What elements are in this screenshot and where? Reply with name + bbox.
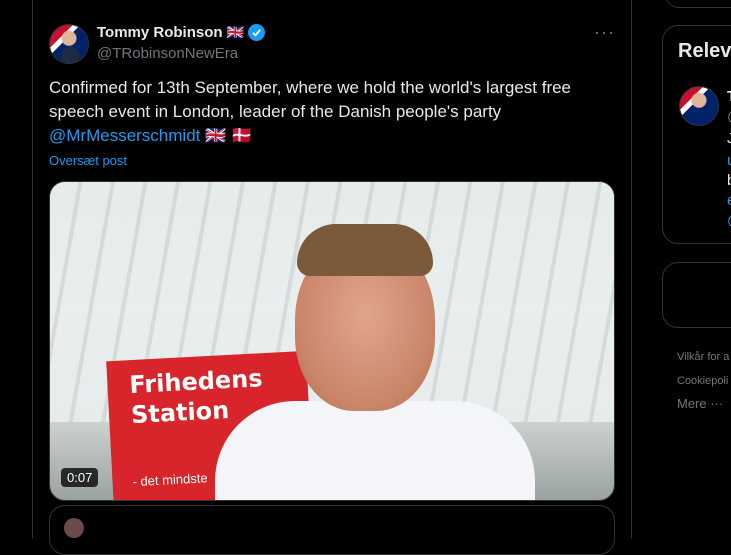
relevant-handle[interactable]: @ [727, 108, 731, 125]
uk-flag-icon: 🇬🇧 [226, 24, 244, 40]
quoted-post-card[interactable] [49, 505, 615, 555]
relevant-people-title: Relev [678, 40, 731, 62]
author-handle[interactable]: @TRobinsonNewEra [97, 45, 238, 62]
relevant-name[interactable]: T [727, 88, 731, 105]
more-footer-button[interactable]: Mere ··· [677, 396, 723, 411]
cookie-policy-link[interactable]: Cookiepoli [677, 375, 728, 387]
post-text-line1: Confirmed for 13th September, where we h… [49, 78, 572, 97]
sign-text-line1: Frihedens [128, 364, 264, 400]
more-options-button[interactable]: ··· [594, 23, 615, 41]
video-duration: 0:07 [61, 468, 99, 487]
relevant-avatar[interactable] [679, 86, 719, 126]
relevant-people-card: Relev T @ J u b e @ [662, 25, 731, 244]
video-player[interactable]: Frihedens Station - det mindste 0:07 [49, 181, 615, 501]
sign-subtext: - det mindste [132, 470, 208, 490]
video-person [215, 216, 535, 500]
relevant-bio-line4: e [727, 192, 731, 209]
relevant-bio-line5: @ [727, 212, 731, 229]
relevant-bio-line1: J [727, 130, 731, 147]
terms-link[interactable]: Vilkår for a [677, 351, 729, 363]
relevant-bio-line3: b [727, 172, 731, 189]
post-text: Confirmed for 13th September, where we h… [49, 76, 609, 148]
author-name-row: Tommy Robinson 🇬🇧 [97, 24, 265, 41]
sign-text-line2: Station [130, 395, 230, 430]
mention-link[interactable]: @MrMesserschmidt [49, 126, 200, 145]
relevant-bio-line2: u [727, 152, 731, 169]
post-text-line2: speech event in London, leader of the Da… [49, 102, 502, 121]
translate-post-link[interactable]: Oversæt post [49, 153, 127, 168]
timeline-column: Tommy Robinson 🇬🇧 @TRobinsonNewEra ··· C… [32, 0, 632, 555]
author-avatar[interactable] [49, 24, 89, 64]
verified-badge-icon[interactable] [248, 24, 265, 41]
person-hair [297, 224, 433, 276]
quoted-avatar[interactable] [64, 518, 84, 538]
sidebar-card [662, 262, 731, 328]
author-name[interactable]: Tommy Robinson [97, 24, 223, 41]
flags-icon: 🇬🇧 🇩🇰 [205, 126, 253, 145]
person-shirt [215, 401, 535, 500]
sidebar-top-card [665, 0, 731, 8]
